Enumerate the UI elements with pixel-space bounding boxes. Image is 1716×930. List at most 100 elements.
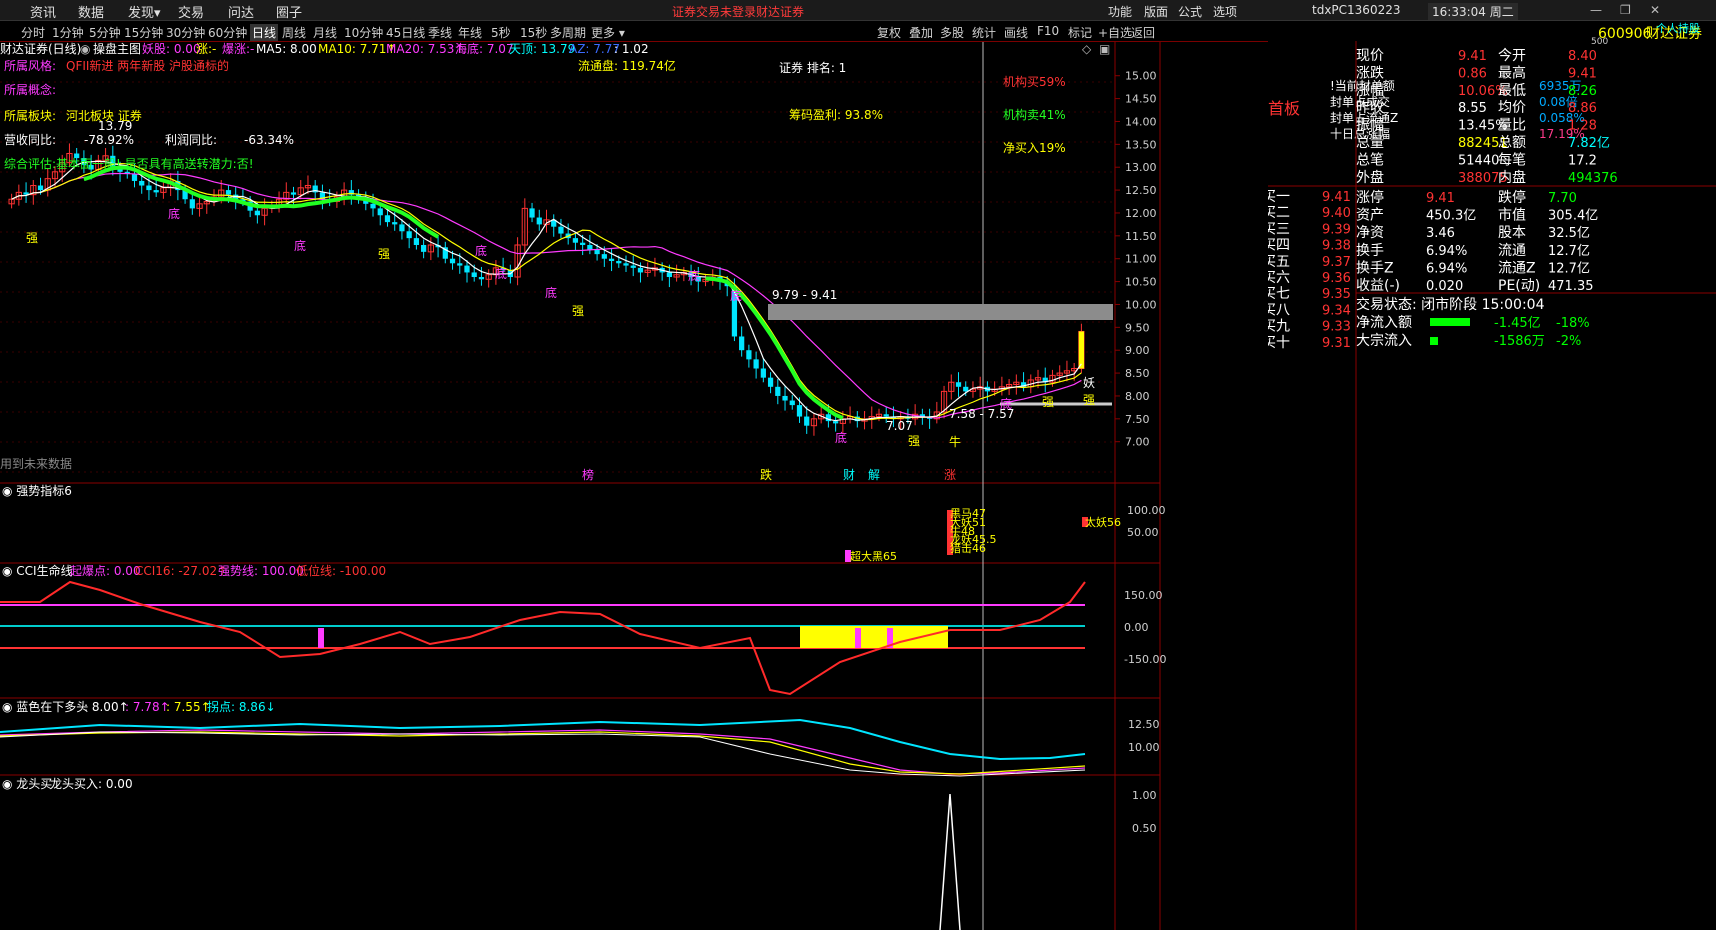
bid-price: 9.38 [1322, 239, 1351, 254]
bid-price: 9.34 [1322, 303, 1351, 318]
toolbar-button[interactable]: +自选 [1098, 24, 1132, 41]
candle-body-down [623, 263, 629, 266]
bid-level: 买二 [1268, 205, 1290, 221]
candle-body-down [254, 210, 260, 216]
toolbar-button[interactable]: 叠加 [909, 24, 933, 41]
fund-label: 收益(-) [1356, 278, 1400, 294]
bid-level: 买九 [1268, 319, 1290, 335]
toolbar-button[interactable]: 多股 [940, 24, 964, 41]
big-inflow-value: -1586万 [1494, 334, 1545, 349]
menu-item[interactable]: 圈子 [276, 2, 302, 21]
bid-level: 买一 [1268, 189, 1290, 205]
period-tab[interactable]: 年线 [458, 24, 482, 41]
quote-label: 总额 [1498, 135, 1526, 151]
toolbar-button[interactable]: 标记 [1068, 24, 1092, 41]
fund-label: 换手 [1356, 242, 1384, 259]
period-tab[interactable]: 多周期 [550, 24, 586, 41]
candle-body-down [153, 190, 159, 193]
broker-name[interactable]: 财达证券 [756, 3, 804, 20]
fund-label: 流通Z [1498, 260, 1536, 276]
candle-body-down [955, 382, 962, 387]
period-tab[interactable]: 更多 ▾ [591, 24, 625, 41]
minimize-icon[interactable]: — [1590, 3, 1602, 17]
restore-icon[interactable]: ❐ [1620, 3, 1631, 17]
candle-body-down [753, 359, 759, 369]
info-overlay-text: 机构卖41% [1003, 107, 1066, 122]
menu-bar: 资讯 数据 发现▾ 交易 问达 圈子 证券交易未登录 财达证券 功能 版面 公式 选项 tdxPC… [0, 0, 1716, 21]
info-overlay-text: 13.79 [98, 119, 132, 133]
candle-body-down [413, 238, 420, 245]
fund-value: 32.5亿 [1548, 226, 1590, 241]
quote-value: 8.40 [1568, 49, 1597, 64]
period-tab[interactable]: 季线 [428, 24, 452, 41]
trade-login-status[interactable]: 证券交易未登录 [672, 3, 756, 20]
close-icon[interactable]: ✕ [1650, 3, 1660, 17]
info-overlay-text: 机构买59% [1003, 74, 1066, 89]
period-tab[interactable]: 10分钟 [344, 24, 383, 41]
quote-label: 总笔 [1356, 152, 1384, 168]
menu-item[interactable]: 数据 [78, 2, 104, 21]
toolbar-button[interactable]: 复权 [877, 24, 901, 41]
axis-label: 0.50 [1132, 822, 1157, 835]
menu-right-item[interactable]: 版面 [1144, 3, 1168, 20]
info-overlay-text: 利润同比: [165, 133, 217, 147]
toolbar-button[interactable]: 返回 [1131, 24, 1155, 41]
period-tab[interactable]: 分时 [21, 24, 45, 41]
main-indicator-name: 操盘主图 [93, 42, 141, 56]
limit-up-candle [1078, 331, 1084, 369]
kline-chart[interactable]: 15.00 14.50 14.00 13.50 13.00 12.50 12.00 11.50… [0, 42, 1268, 930]
menu-item[interactable]: 交易 [178, 2, 204, 21]
candle-body-down [580, 242, 586, 245]
period-tab[interactable]: 30分钟 [166, 24, 205, 41]
period-tab[interactable]: 1分钟 [52, 24, 84, 41]
period-tab[interactable]: 15秒 [520, 24, 547, 41]
period-tab[interactable]: 60分钟 [208, 24, 247, 41]
candle-body-down [760, 368, 766, 378]
cci-value: 低位线: -100.00 [296, 563, 386, 578]
maximize-icon: ▣ [1099, 42, 1110, 56]
candle-body-down [637, 267, 644, 273]
period-tab[interactable]: 45日线 [386, 24, 425, 41]
y-tick-label: 8.50 [1125, 367, 1150, 380]
menu-item[interactable]: 问达 [228, 2, 254, 21]
trend-value: 拐点: 8.86↓ [207, 699, 276, 714]
period-tab[interactable]: 5秒 [491, 24, 511, 41]
quote-label: 均价 [1498, 100, 1526, 116]
cci-signal-bar [855, 628, 861, 648]
menu-right-item[interactable]: 选项 [1213, 3, 1237, 20]
info-overlay-text: QFII新进 两年新股 沪股通标的 [66, 58, 229, 73]
bid-price: 9.41 [1322, 190, 1351, 205]
strength-label: 猎击46 [950, 541, 986, 555]
chart-area[interactable]: 15.00 14.50 14.00 13.50 13.00 12.50 12.00 11.50… [0, 42, 1268, 930]
menu-item[interactable]: 发现▾ [128, 2, 161, 21]
toolbar-button[interactable]: 统计 [972, 24, 996, 41]
menu-right-item[interactable]: 功能 [1108, 3, 1132, 20]
candle-body-down [608, 258, 615, 261]
y-tick-label: 15.00 [1125, 70, 1157, 83]
bid-level: 买十 [1268, 335, 1290, 351]
period-tab[interactable]: 周线 [282, 24, 306, 41]
indicator-value: AZ: 7.77 [569, 42, 620, 56]
fund-label: 换手Z [1356, 259, 1394, 276]
period-tab[interactable]: 15分钟 [124, 24, 163, 41]
menu-right-item[interactable]: 公式 [1178, 3, 1202, 20]
candle-body-down [782, 395, 788, 401]
quote-value: 0.86 [1458, 66, 1487, 81]
period-tab[interactable]: 日线 [250, 24, 279, 41]
toolbar-button[interactable]: 画线 [1004, 24, 1028, 41]
period-tab[interactable]: 5分钟 [89, 24, 121, 41]
period-tab[interactable]: 月线 [313, 24, 337, 41]
bull-marker: 牛 [949, 434, 961, 449]
trend-magenta-line [0, 729, 1086, 775]
candle-body-down [775, 386, 781, 396]
indicator-value: MA20: 7.53↑ [386, 42, 464, 56]
demon-marker: 妖 [1083, 376, 1095, 390]
menu-item[interactable]: 资讯 [30, 2, 56, 21]
y-tick-label: 11.50 [1125, 230, 1157, 243]
bottom-marker: 底 [475, 243, 487, 258]
fund-value: 12.7亿 [1548, 261, 1590, 276]
stock-tag: 500 [1591, 37, 1608, 47]
trade-state: 交易状态: 闭市阶段 15:00:04 [1356, 296, 1545, 313]
candle-body-down [558, 226, 564, 234]
toolbar-button[interactable]: F10 [1037, 24, 1059, 38]
